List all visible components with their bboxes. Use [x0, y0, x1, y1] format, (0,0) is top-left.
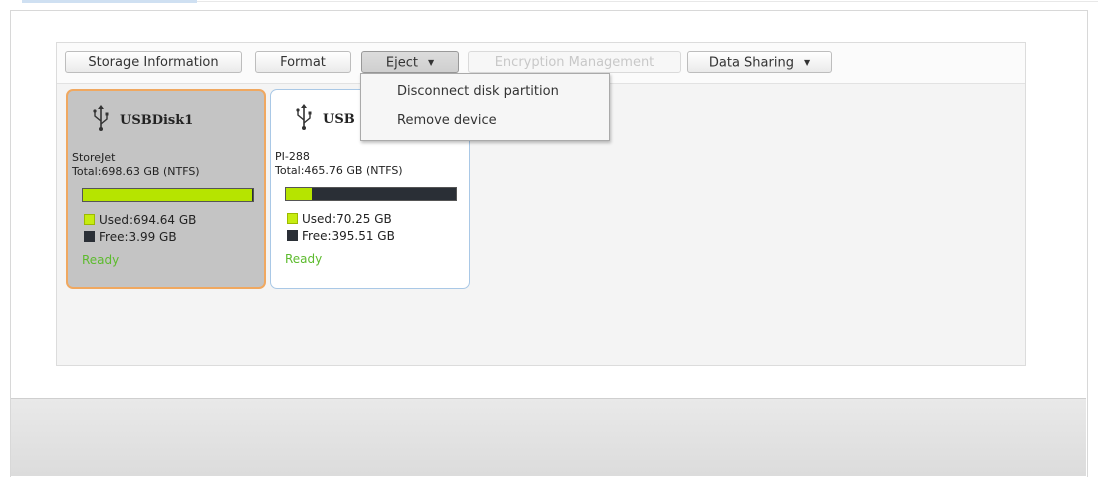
usage-bar-fill [83, 189, 252, 201]
disk-total: Total:698.63 GB (NTFS) [72, 165, 200, 178]
used-legend: Used:70.25 GB [287, 212, 392, 226]
usage-bar [285, 187, 457, 201]
eject-label: Eject [385, 55, 418, 71]
usb-icon [296, 104, 312, 130]
encryption-management-button: Encryption Management [468, 51, 681, 73]
usage-bar [82, 188, 254, 202]
used-label: Used:694.64 GB [99, 213, 197, 227]
menu-item-remove-device[interactable]: Remove device [397, 113, 497, 128]
used-label: Used:70.25 GB [302, 212, 392, 226]
disk-name: USB [323, 112, 355, 127]
free-legend: Free:3.99 GB [84, 230, 177, 244]
usage-bar-fill [286, 188, 312, 200]
disk-total: Total:465.76 GB (NTFS) [275, 164, 403, 177]
chevron-down-icon: ▼ [427, 58, 435, 67]
used-swatch [287, 213, 298, 224]
disk-name: USBDisk1 [120, 113, 194, 128]
top-divider [197, 1, 1098, 2]
storage-information-button[interactable]: Storage Information [65, 51, 242, 73]
encryption-management-label: Encryption Management [494, 55, 655, 70]
status-label: Ready [285, 252, 323, 266]
free-label: Free:3.99 GB [99, 230, 177, 244]
disk-card-usbdisk1[interactable]: USBDisk1 StoreJet Total:698.63 GB (NTFS)… [66, 89, 266, 289]
disk-model: StoreJet [72, 151, 116, 164]
data-sharing-label: Data Sharing [708, 55, 794, 71]
free-swatch [287, 230, 298, 241]
bottom-bar [11, 398, 1086, 476]
format-button[interactable]: Format [255, 51, 351, 73]
eject-button[interactable]: Eject ▼ [361, 51, 459, 73]
top-tab-indicator [22, 0, 197, 3]
used-swatch [84, 214, 95, 225]
data-sharing-button[interactable]: Data Sharing ▼ [687, 51, 832, 73]
chevron-down-icon: ▼ [803, 58, 811, 67]
usb-icon [93, 105, 109, 131]
used-legend: Used:694.64 GB [84, 213, 196, 227]
free-label: Free:395.51 GB [302, 229, 395, 243]
format-label: Format [280, 55, 326, 70]
free-legend: Free:395.51 GB [287, 229, 395, 243]
storage-information-label: Storage Information [88, 55, 219, 70]
status-label: Ready [82, 253, 120, 267]
free-swatch [84, 231, 95, 242]
eject-dropdown-menu: Disconnect disk partition Remove device [360, 73, 610, 141]
menu-item-disconnect-disk-partition[interactable]: Disconnect disk partition [397, 84, 559, 99]
disk-model: PI-288 [275, 150, 310, 163]
